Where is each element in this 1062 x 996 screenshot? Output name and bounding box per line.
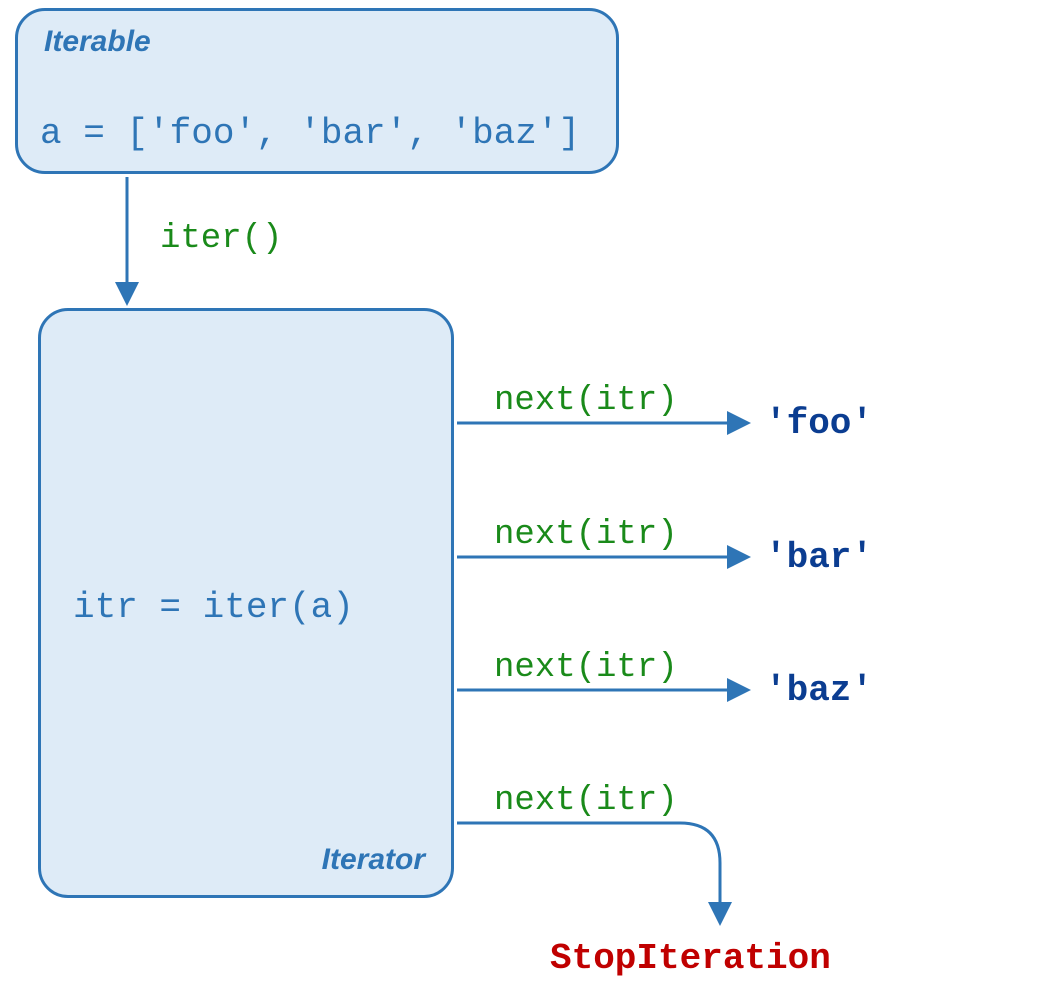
iterable-box: Iterable a = ['foo', 'bar', 'baz'] [15, 8, 619, 174]
result-foo: 'foo' [765, 403, 873, 444]
iterable-code: a = ['foo', 'bar', 'baz'] [40, 113, 580, 154]
next-call-1: next(itr) [494, 382, 678, 420]
iter-call-label: iter() [160, 220, 282, 258]
iterator-title: Iterator [322, 843, 425, 877]
result-bar: 'bar' [765, 537, 873, 578]
next-call-3: next(itr) [494, 649, 678, 687]
iterator-code: itr = iter(a) [73, 587, 354, 628]
next-call-2: next(itr) [494, 516, 678, 554]
result-baz: 'baz' [765, 670, 873, 711]
next-call-4: next(itr) [494, 782, 678, 820]
iterable-title: Iterable [44, 25, 151, 59]
result-stopiteration: StopIteration [550, 938, 831, 979]
iterator-box: itr = iter(a) Iterator [38, 308, 454, 898]
